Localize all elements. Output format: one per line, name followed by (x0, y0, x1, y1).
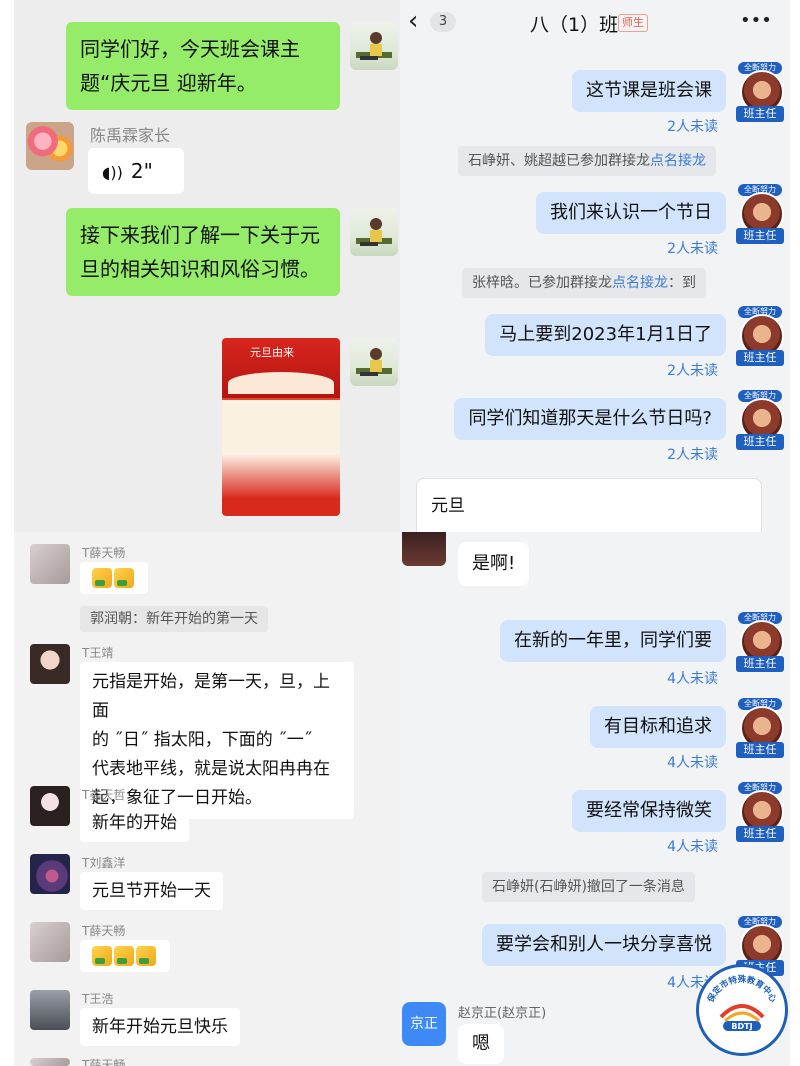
input-text: 元旦 (431, 496, 465, 516)
logo-text: 保定市特殊教育中心 (705, 974, 779, 1005)
unread-status[interactable]: 4人未读 (667, 668, 718, 688)
unread-status[interactable]: 4人未读 (667, 752, 718, 772)
unread-status[interactable]: 2人未读 (667, 444, 718, 464)
message-bubble[interactable]: 同学们知道那天是什么节日吗? (454, 398, 726, 440)
chat-header: ‹ 3 八（1）班 师生 ••• (400, 0, 790, 46)
school-logo: 保定市特殊教育中心 BDTJ (696, 964, 788, 1056)
text-message[interactable]: 新年开始元旦快乐 (80, 1008, 240, 1046)
message-bubble[interactable]: 在新的一年里，同学们要 (500, 620, 726, 662)
avatar[interactable] (30, 922, 70, 962)
rollcall-link[interactable]: 点名接龙 (612, 275, 668, 291)
svg-text:保定市特殊教育中心: 保定市特殊教育中心 (705, 974, 779, 1005)
teacher-avatar[interactable]: 全断努力班主任 (736, 62, 784, 122)
image-card-title: 元旦由来 (250, 346, 294, 359)
message-bubble[interactable]: 要学会和别人一块分享喜悦 (482, 924, 726, 966)
message-bubble[interactable]: 要经常保持微笑 (572, 790, 726, 832)
avatar-parent[interactable] (26, 122, 74, 170)
sender-name: T薛天畅 (82, 546, 126, 560)
sender-name: T娄天哲 (82, 788, 126, 802)
sender-name: 赵京正(赵京正) (458, 1006, 547, 1021)
teacher-avatar[interactable]: 全断努力班主任 (736, 782, 784, 842)
teacher-avatar[interactable]: 全断努力班主任 (736, 390, 784, 450)
unread-status[interactable]: 4人未读 (667, 836, 718, 856)
message-bubble[interactable]: 有目标和追求 (590, 706, 726, 748)
logo-emblem-icon: 保定市特殊教育中心 BDTJ (705, 974, 779, 1031)
sender-name: T王靖 (82, 646, 114, 660)
unread-status[interactable]: 2人未读 (667, 238, 718, 258)
avatar[interactable] (30, 1058, 70, 1066)
voice-message[interactable]: ◖)) 2" (88, 148, 184, 194)
voice-icon: ◖)) (102, 163, 123, 182)
back-arrow-icon[interactable]: ‹ (408, 6, 418, 36)
unread-count-badge[interactable]: 3 (430, 12, 456, 32)
system-notice: 石峥妍(石峥妍)撤回了一条消息 (482, 872, 695, 902)
svg-text:BDTJ: BDTJ (731, 1022, 752, 1031)
message-bubble[interactable]: 嗯 (458, 1024, 504, 1064)
avatar[interactable] (30, 544, 70, 584)
avatar[interactable] (30, 644, 70, 684)
emoji-message[interactable] (80, 562, 148, 594)
avatar[interactable] (30, 786, 70, 826)
teacher-avatar[interactable]: 全断努力班主任 (736, 306, 784, 366)
teacher-avatar[interactable]: 全断努力班主任 (736, 698, 784, 758)
sender-name: T刘鑫洋 (82, 856, 126, 870)
emoji-message[interactable] (80, 940, 170, 972)
thumbs-up-icon (92, 946, 112, 966)
unread-status[interactable]: 2人未读 (667, 116, 718, 136)
text-message[interactable]: 新年的开始 (80, 804, 189, 842)
avatar-initials[interactable]: 京正 (402, 1002, 446, 1046)
avatar-cartoon[interactable] (350, 338, 398, 386)
teacher-avatar[interactable]: 全断努力班主任 (736, 184, 784, 244)
image-message[interactable]: 元旦由来 (222, 338, 340, 516)
avatar-cartoon[interactable] (350, 22, 398, 70)
thumbs-up-icon (92, 568, 112, 588)
sender-name: T王浩 (82, 992, 114, 1006)
sender-name: 陈禹霖家长 (90, 126, 171, 145)
dingtalk-chat-panel-2: 是啊! 在新的一年里，同学们要 全断努力 班主任 4人未读 有目标和追求 全断努力… (400, 532, 790, 1066)
message-bubble[interactable]: 我们来认识一个节日 (536, 192, 726, 234)
group-title: 八（1）班 (530, 14, 619, 36)
dingtalk-chat-panel: ‹ 3 八（1）班 师生 ••• 这节课是班会课 全断努力 班主任 2人未读 石峥… (400, 0, 790, 532)
text-message[interactable]: 元旦节开始一天 (80, 872, 223, 910)
rollcall-link[interactable]: 点名接龙 (650, 153, 706, 169)
voice-duration: 2" (130, 159, 153, 183)
unread-status[interactable]: 2人未读 (667, 360, 718, 380)
system-notice: 石峥妍、姚超越已参加群接龙点名接龙 (458, 146, 716, 176)
message-bubble[interactable]: 是啊! (458, 542, 530, 586)
message-input[interactable]: 元旦 (416, 478, 762, 532)
quoted-message[interactable]: 郭润朝：新年开始的第一天 (80, 606, 268, 632)
more-icon[interactable]: ••• (740, 10, 772, 31)
wechat-chat-panel: 同学们好，今天班会课主题“庆元旦 迎新年。 陈禹霖家长 ◖)) 2" 接下来我们了… (14, 0, 400, 532)
group-chat-panel: T薛天畅 郭润朝：新年开始的第一天 T王靖 元指是开始，是第一天，旦，上面 的 … (14, 532, 400, 1066)
teacher-avatar[interactable]: 全断努力班主任 (736, 612, 784, 672)
avatar[interactable] (402, 532, 446, 566)
thumbs-up-icon (136, 946, 156, 966)
avatar[interactable] (30, 990, 70, 1030)
group-tag: 师生 (618, 14, 648, 32)
message-bubble[interactable]: 这节课是班会课 (572, 70, 726, 112)
message-bubble[interactable]: 同学们好，今天班会课主题“庆元旦 迎新年。 (66, 22, 340, 110)
thumbs-up-icon (114, 946, 134, 966)
sender-name: T薛天畅 (82, 924, 126, 938)
message-bubble[interactable]: 接下来我们了解一下关于元旦的相关知识和风俗习惯。 (66, 208, 340, 296)
thumbs-up-icon (114, 568, 134, 588)
avatar-cartoon[interactable] (350, 208, 398, 256)
sender-name: T薛天畅 (82, 1058, 126, 1066)
message-bubble[interactable]: 马上要到2023年1月1日了 (485, 314, 726, 356)
system-notice: 张梓晗。已参加群接龙点名接龙：到 (462, 268, 706, 298)
avatar[interactable] (30, 854, 70, 894)
